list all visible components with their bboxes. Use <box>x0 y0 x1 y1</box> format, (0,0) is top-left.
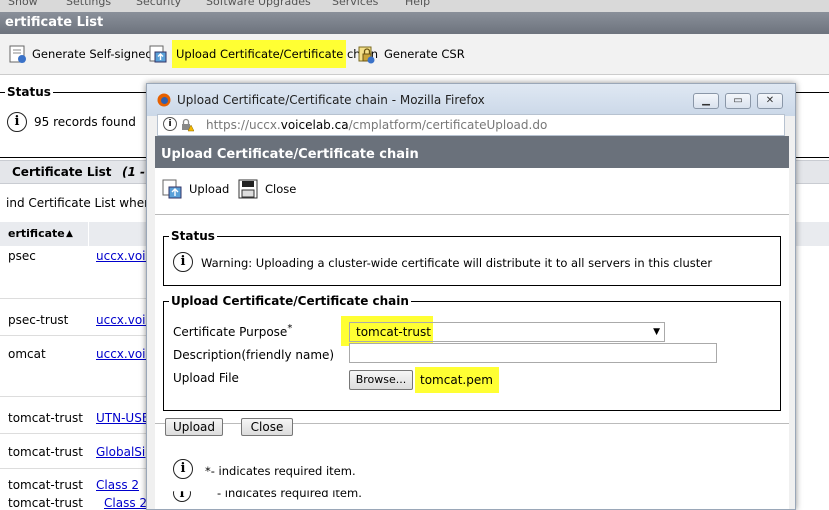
row-name: tomcat-trust <box>8 496 83 510</box>
lock-warning-icon[interactable] <box>180 118 194 132</box>
row-link[interactable]: GlobalSig <box>96 445 153 459</box>
upload-certificate-icon <box>149 45 167 63</box>
selected-file-name: tomcat.pem <box>415 367 499 393</box>
csr-lock-icon <box>358 46 375 64</box>
upload-certificate-window: Upload Certificate/Certificate chain - M… <box>146 83 796 510</box>
upload-toolbar: Upload Close <box>155 168 789 208</box>
page-title: ertificate List <box>0 12 829 34</box>
row-link[interactable]: uccx.voic <box>96 249 152 263</box>
info-icon: i <box>7 112 27 132</box>
find-label: ind Certificate List where <box>6 196 157 210</box>
row-name: psec <box>8 249 36 263</box>
certificate-list-title: Certificate List <box>12 165 112 179</box>
close-window-button[interactable]: ✕ <box>757 93 783 109</box>
menu-software-upgrades[interactable]: Software Upgrades <box>206 0 311 8</box>
required-mark: * <box>287 323 293 334</box>
certificate-purpose-select[interactable]: tomcat-trust ▼ <box>349 322 665 342</box>
upload-file-label: Upload File <box>173 371 239 385</box>
required-note-ghost: - indicates required item. <box>217 486 362 500</box>
row-link[interactable]: Class 2 <box>96 478 139 492</box>
upload-certificate-chain-label: Upload Certificate/Certificate chain <box>176 47 379 61</box>
popup-status-legend: Status <box>169 229 217 243</box>
toolbar-divider <box>155 214 789 215</box>
required-note: *- indicates required item. <box>205 464 356 478</box>
column-divider <box>88 222 89 246</box>
menu-services[interactable]: Services <box>332 0 378 8</box>
row-divider <box>0 298 160 299</box>
browse-button[interactable]: Browse... <box>349 370 413 390</box>
generate-csr-button[interactable]: Generate CSR <box>356 42 466 66</box>
info-icon: i <box>173 252 193 272</box>
menu-help[interactable]: Help <box>405 0 430 8</box>
url-domain: voicelab.ca <box>280 118 349 132</box>
column-certificate[interactable]: ertificate <box>8 222 65 246</box>
window-content: Upload Certificate/Certificate chain Upl… <box>155 136 789 509</box>
row-divider <box>0 396 160 397</box>
record-range: (1 - <box>122 165 145 179</box>
status-message: 95 records found <box>34 115 136 129</box>
address-bar[interactable]: i https://uccx.voicelab.ca/cmplatform/ce… <box>157 114 785 136</box>
status-legend: Status <box>5 85 53 99</box>
purpose-label-text: Certificate Purpose <box>173 325 288 339</box>
upload-header: Upload Certificate/Certificate chain <box>155 136 789 168</box>
page-toolbar: Generate Self-signed Upload Certificate/… <box>0 34 829 75</box>
row-link[interactable]: Class 2 <box>104 496 147 510</box>
close-button[interactable]: Close <box>241 418 293 436</box>
toolbar-close-label: Close <box>265 182 297 196</box>
description-input[interactable] <box>349 343 717 363</box>
info-icon: i <box>173 459 193 479</box>
site-info-icon[interactable]: i <box>163 117 177 131</box>
upload-icon <box>162 179 182 199</box>
firefox-icon <box>157 93 171 107</box>
chevron-down-icon: ▼ <box>653 327 660 337</box>
menu-show[interactable]: Show <box>8 0 38 8</box>
upload-button[interactable]: Upload <box>165 418 223 436</box>
menu-bar: Show Settings Security Software Upgrades… <box>0 0 829 12</box>
close-disk-icon <box>238 179 258 199</box>
row-divider <box>0 468 160 469</box>
maximize-button[interactable]: ▭ <box>725 93 751 109</box>
window-title: Upload Certificate/Certificate chain - M… <box>177 93 485 107</box>
minimize-button[interactable]: ▁ <box>693 93 719 109</box>
row-divider <box>0 433 160 434</box>
row-link[interactable]: uccx.voic <box>96 313 152 327</box>
url-prefix: https://uccx. <box>206 118 281 132</box>
url-path: /cmplatform/certificateUpload.do <box>348 118 548 132</box>
window-titlebar: Upload Certificate/Certificate chain - M… <box>147 84 795 116</box>
generate-self-signed-label: Generate Self-signed <box>32 47 153 61</box>
generate-self-signed-button[interactable]: Generate Self-signed <box>8 42 153 66</box>
menu-security[interactable]: Security <box>136 0 181 8</box>
row-name: omcat <box>8 347 46 361</box>
menu-settings[interactable]: Settings <box>66 0 111 8</box>
row-name: tomcat-trust <box>8 411 83 425</box>
info-icon: i <box>173 491 191 502</box>
toolbar-upload-button[interactable]: Upload <box>161 178 229 202</box>
toolbar-upload-label: Upload <box>189 182 230 196</box>
upload-legend: Upload Certificate/Certificate chain <box>169 294 411 308</box>
warning-message: Warning: Uploading a cluster-wide certif… <box>201 256 713 270</box>
row-name: psec-trust <box>8 313 69 327</box>
row-name: tomcat-trust <box>8 478 83 492</box>
row-divider <box>0 335 160 336</box>
description-label: Description(friendly name) <box>173 348 335 362</box>
generate-csr-label: Generate CSR <box>384 47 465 61</box>
certificate-icon <box>9 45 26 63</box>
row-link[interactable]: UTN-USE <box>96 411 149 425</box>
url-text: https://uccx.voicelab.ca/cmplatform/cert… <box>206 118 547 132</box>
upload-certificate-chain-button[interactable]: Upload Certificate/Certificate chain <box>148 42 378 66</box>
toolbar-close-button[interactable]: Close <box>237 178 299 202</box>
row-name: tomcat-trust <box>8 445 83 459</box>
row-link[interactable]: uccx.voic <box>96 347 152 361</box>
purpose-label: Certificate Purpose* <box>173 323 292 339</box>
certificate-purpose-value: tomcat-trust <box>356 325 431 339</box>
sort-ascending-icon[interactable]: ▲ <box>66 222 73 246</box>
